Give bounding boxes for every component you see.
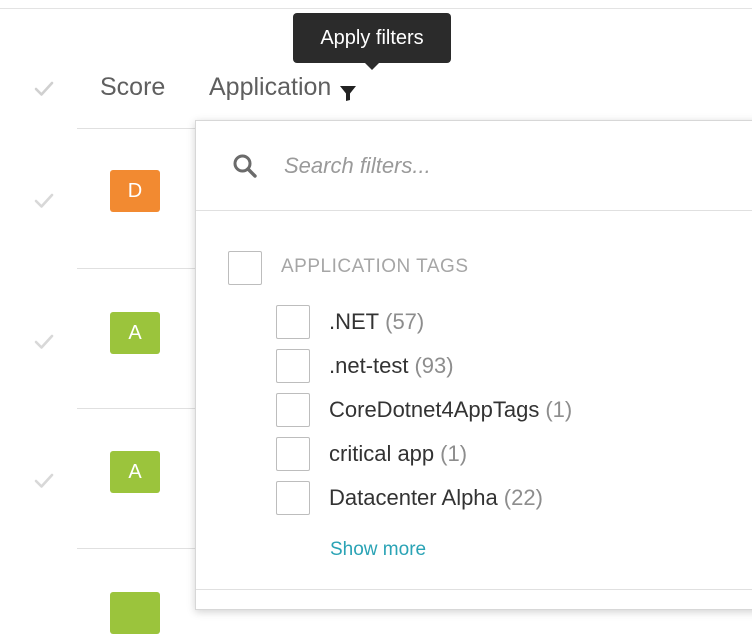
filter-funnel-icon[interactable] xyxy=(339,80,357,101)
filter-search-row xyxy=(196,121,752,211)
row-select-checkmark-icon[interactable] xyxy=(33,470,55,492)
tag-checkbox[interactable] xyxy=(276,393,310,427)
tag-count: (1) xyxy=(440,441,468,466)
row-divider xyxy=(77,268,207,269)
tag-count: (22) xyxy=(503,485,543,510)
tag-item[interactable]: Datacenter Alpha (22) xyxy=(276,481,716,517)
tag-checkbox[interactable] xyxy=(276,437,310,471)
tag-count: (93) xyxy=(414,353,454,378)
tag-checkbox[interactable] xyxy=(276,481,310,515)
score-badge: A xyxy=(110,451,160,493)
top-divider xyxy=(0,8,752,9)
tag-name: .net-test xyxy=(329,353,409,378)
search-icon xyxy=(232,153,258,179)
application-column-header[interactable]: Application xyxy=(209,73,357,102)
apply-filters-tooltip: Apply filters xyxy=(293,13,451,70)
tag-name: Datacenter Alpha xyxy=(329,485,498,510)
filter-search-input[interactable] xyxy=(284,149,684,183)
tag-name: .NET xyxy=(329,309,380,334)
application-tags-group-label: APPLICATION TAGS xyxy=(281,256,469,277)
row-divider xyxy=(77,408,207,409)
tag-label-wrapper: CoreDotnet4AppTags (1) xyxy=(329,397,572,423)
tag-checkbox[interactable] xyxy=(276,305,310,339)
tag-count: (1) xyxy=(545,397,573,422)
tag-item[interactable]: .net-test (93) xyxy=(276,349,716,385)
show-more-link[interactable]: Show more xyxy=(330,539,426,561)
tag-label-wrapper: .net-test (93) xyxy=(329,353,454,379)
row-divider xyxy=(77,548,207,549)
score-column-header[interactable]: Score xyxy=(100,73,165,102)
tag-label-wrapper: critical app (1) xyxy=(329,441,467,467)
tag-name: critical app xyxy=(329,441,435,466)
row-select-checkmark-icon[interactable] xyxy=(33,190,55,212)
filter-dropdown-panel: APPLICATION TAGS .NET(57) .net-test(93) … xyxy=(195,120,752,610)
tag-count: (57) xyxy=(385,309,425,334)
score-badge: A xyxy=(110,312,160,354)
row-select-checkmark-icon[interactable] xyxy=(33,331,55,353)
application-column-label: Application xyxy=(209,73,332,101)
score-badge: D xyxy=(110,170,160,212)
tag-name: CoreDotnet4AppTags xyxy=(329,397,540,422)
tag-label-wrapper: Datacenter Alpha (22) xyxy=(329,485,543,511)
select-all-checkmark-icon[interactable] xyxy=(33,78,55,100)
tag-item[interactable]: .NET (57) xyxy=(276,305,716,341)
score-badge xyxy=(110,592,160,634)
tag-label-wrapper: .NET (57) xyxy=(329,309,424,335)
tag-checkbox[interactable] xyxy=(276,349,310,383)
application-tags-group-checkbox[interactable] xyxy=(228,251,262,285)
row-divider xyxy=(77,128,207,129)
tag-item[interactable]: CoreDotnet4AppTags (1) xyxy=(276,393,716,429)
panel-divider xyxy=(196,589,752,590)
tag-item[interactable]: critical app (1) xyxy=(276,437,716,473)
